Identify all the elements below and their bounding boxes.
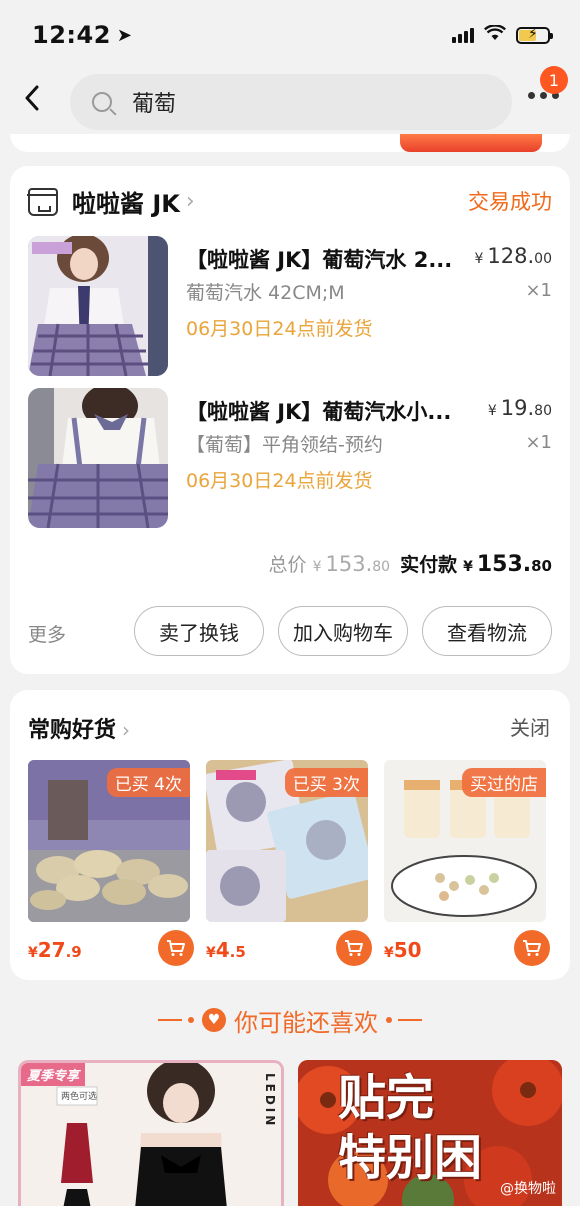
- search-bar[interactable]: 葡萄: [70, 74, 512, 130]
- item-price: ¥19.80: [487, 396, 552, 420]
- shop-icon: [27, 187, 58, 216]
- paid-label: 实付款: [400, 554, 458, 576]
- paid-amount: 153.80: [476, 552, 552, 577]
- track-shipping-button[interactable]: 查看物流: [422, 606, 552, 656]
- product-card[interactable]: 已买 3次 ¥4.5: [206, 760, 372, 966]
- item-title: 【啦啦酱 JK】葡萄汽水小...: [186, 400, 452, 424]
- cellular-signal-icon: [452, 27, 474, 43]
- product-thumbnail: [28, 236, 168, 376]
- search-icon: [92, 92, 112, 112]
- purchased-store-badge: 买过的店: [462, 768, 546, 797]
- add-to-cart-button[interactable]: [514, 930, 550, 966]
- frequent-purchases-card: 常购好货 › 关闭 已买 4次 ¥27.9 已买 3次 ¥4.5 买过的店 ¥5…: [10, 690, 570, 980]
- watermark: @换物啦: [500, 1181, 556, 1197]
- item-sku: 【葡萄】平角领结-预约: [186, 434, 383, 456]
- close-button[interactable]: 关闭: [510, 712, 550, 741]
- item-quantity: ×1: [525, 432, 552, 453]
- item-price: ¥128.00: [474, 244, 552, 268]
- recommendations-heading: ♥ 你可能还喜欢: [0, 1000, 580, 1040]
- chevron-right-icon: ›: [185, 189, 195, 214]
- order-item[interactable]: 【啦啦酱 JK】葡萄汽水 2... ¥128.00 葡萄汽水 42CM;M ×1…: [28, 236, 552, 376]
- product-price: ¥50: [384, 938, 422, 962]
- cart-icon: [167, 940, 185, 956]
- total-label: 总价: [268, 554, 307, 576]
- location-arrow-icon: ➤: [116, 24, 132, 46]
- shop-header[interactable]: 啦啦酱 JK ›: [27, 184, 195, 219]
- ship-note: 06月30日24点前发货: [186, 470, 373, 492]
- item-title: 【啦啦酱 JK】葡萄汽水 2...: [186, 248, 453, 272]
- order-status: 交易成功: [468, 190, 552, 214]
- purchase-count-badge: 已买 3次: [284, 768, 368, 797]
- ship-note: 06月30日24点前发货: [186, 318, 373, 340]
- purchase-count-badge: 已买 4次: [106, 768, 190, 797]
- add-to-cart-button[interactable]: [336, 930, 372, 966]
- add-to-cart-button[interactable]: 加入购物车: [278, 606, 408, 656]
- frequent-purchases-title[interactable]: 常购好货 ›: [28, 712, 130, 744]
- add-to-cart-button[interactable]: [158, 930, 194, 966]
- search-query: 葡萄: [132, 92, 177, 117]
- more-link[interactable]: 更多: [28, 620, 66, 647]
- recommendation-card[interactable]: 夏季专享 LEDIN 两色可选: [18, 1060, 284, 1206]
- banner-sliver: [10, 134, 570, 152]
- product-price: ¥27.9: [28, 938, 82, 962]
- order-total: 总价 ¥ 153.80 实付款 ¥ 153.80: [268, 552, 552, 577]
- product-card[interactable]: 买过的店 ¥50: [384, 760, 550, 966]
- brand-label: LEDIN: [263, 1073, 277, 1129]
- recommendation-card[interactable]: 贴完 特别困 @换物啦: [298, 1060, 562, 1206]
- item-quantity: ×1: [525, 280, 552, 301]
- status-bar: 12:42 ➤ ⚡: [0, 0, 580, 70]
- nav-bar: 葡萄 1: [0, 66, 580, 134]
- order-item[interactable]: 【啦啦酱 JK】葡萄汽水小... ¥19.80 【葡萄】平角领结-预约 ×1 0…: [28, 388, 552, 528]
- heart-icon: ♥: [202, 1008, 226, 1032]
- total-price: 153.80: [325, 552, 391, 576]
- battery-icon: ⚡: [516, 26, 553, 44]
- sell-button[interactable]: 卖了换钱: [134, 606, 264, 656]
- cart-icon: [345, 940, 363, 956]
- product-price: ¥4.5: [206, 938, 246, 962]
- promo-text: 贴完 特别困: [338, 1070, 483, 1186]
- notification-badge: 1: [540, 66, 568, 94]
- color-option-chip: 两色可选: [61, 1092, 98, 1102]
- cart-icon: [523, 940, 541, 956]
- summer-promo-tag: 夏季专享: [21, 1063, 86, 1086]
- item-sku: 葡萄汽水 42CM;M: [186, 282, 345, 304]
- wifi-icon: [483, 23, 507, 46]
- order-card: 啦啦酱 JK › 交易成功 【啦啦酱 JK】葡萄汽水 2... ¥128.00 …: [10, 166, 570, 674]
- shop-name: 啦啦酱 JK: [72, 190, 180, 218]
- clock: 12:42: [32, 21, 111, 49]
- product-card[interactable]: 已买 4次 ¥27.9: [28, 760, 194, 966]
- product-thumbnail: [28, 388, 168, 528]
- back-button[interactable]: [24, 84, 40, 119]
- status-icons: ⚡: [452, 23, 553, 46]
- chevron-right-icon: ›: [122, 718, 131, 742]
